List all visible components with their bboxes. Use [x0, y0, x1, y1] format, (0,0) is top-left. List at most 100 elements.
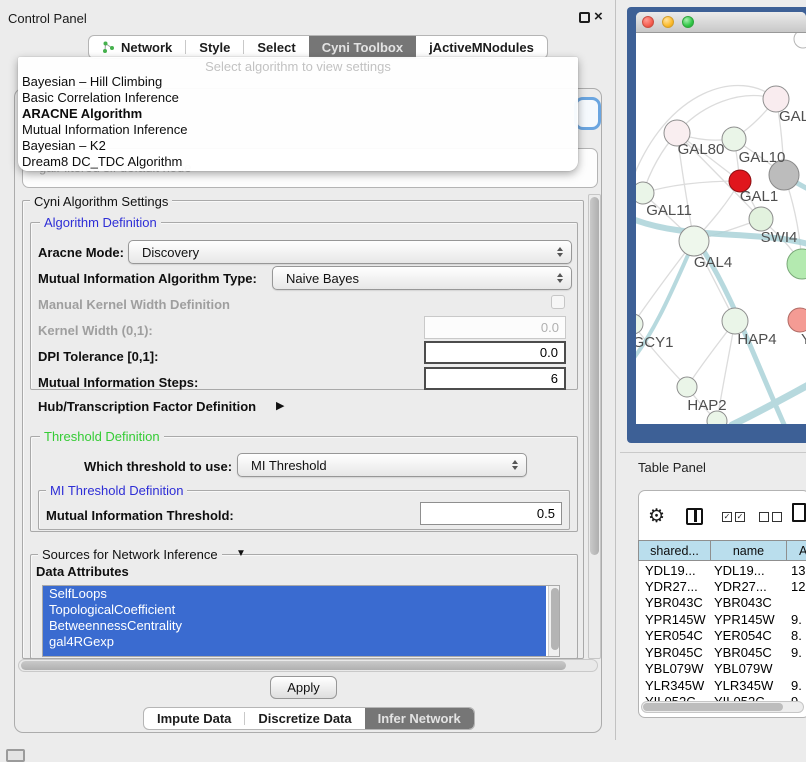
gear-icon[interactable]: ⚙: [648, 505, 665, 528]
cell: 9.: [786, 612, 806, 627]
threshold-definition-title: Threshold Definition: [40, 429, 164, 444]
tab-discretize-data-label: Discretize Data: [258, 711, 351, 726]
cell: YER054C: [710, 628, 786, 643]
table-row[interactable]: YDR27...YDR27...12: [639, 579, 806, 594]
cyni-bottom-tabbar: Impute Data Discretize Data Infer Networ…: [143, 707, 475, 730]
dropdown-item-selected[interactable]: ARACNE Algorithm: [18, 106, 578, 122]
table-row[interactable]: YBR043CYBR043C: [639, 595, 806, 610]
cell: YPR145W: [710, 612, 786, 627]
node-gcy1[interactable]: [636, 314, 643, 334]
collapse-arrow-icon[interactable]: ▼: [236, 548, 246, 559]
dropdown-item[interactable]: Dream8 DC_TDC Algorithm: [18, 154, 578, 170]
table-horizontal-scrollbar-thumb[interactable]: [643, 703, 783, 711]
table-row[interactable]: YLR345WYLR345W9.: [639, 678, 806, 693]
tab-style[interactable]: Style: [186, 36, 243, 58]
cell: YBR045C: [710, 645, 786, 660]
algorithm-definition-title: Algorithm Definition: [40, 215, 161, 230]
cell: YIL052C: [639, 694, 710, 701]
hide-columns-icon[interactable]: [759, 512, 782, 522]
node[interactable]: [794, 33, 806, 48]
control-panel-window: Control Panel × Network Style Select Cyn…: [0, 0, 616, 740]
tab-network-label: Network: [121, 40, 172, 55]
list-item[interactable]: BetweennessCentrality: [43, 618, 559, 634]
table-row[interactable]: YPR145WYPR145W9.: [639, 612, 806, 627]
aracne-mode-combobox[interactable]: Discovery: [128, 240, 572, 264]
which-threshold-label: Which threshold to use:: [84, 459, 232, 474]
settings-vertical-scrollbar-thumb[interactable]: [590, 197, 599, 555]
dropdown-item[interactable]: Bayesian – Hill Climbing: [18, 74, 578, 90]
cell: YIL052C: [710, 694, 786, 701]
mi-steps-field[interactable]: 6: [424, 367, 566, 390]
show-columns-icon[interactable]: ✓✓: [722, 512, 745, 522]
table-row[interactable]: YBL079WYBL079W: [639, 661, 806, 676]
node-gal11[interactable]: [636, 182, 654, 204]
node-swi4[interactable]: [749, 207, 773, 231]
dropdown-item[interactable]: Mutual Information Inference: [18, 122, 578, 138]
column-header-name[interactable]: name: [710, 540, 787, 561]
table-row[interactable]: YDL19...YDL19...13: [639, 563, 806, 578]
cell: YLR345W: [639, 678, 710, 693]
which-threshold-combobox[interactable]: MI Threshold: [237, 453, 527, 477]
algorithm-combobox-focus-fragment[interactable]: [574, 97, 601, 130]
cell: YPR145W: [639, 612, 710, 627]
tab-discretize-data[interactable]: Discretize Data: [245, 708, 364, 729]
settings-horizontal-scrollbar-thumb[interactable]: [21, 661, 566, 670]
data-attributes-list[interactable]: SelfLoops TopologicalCoefficient Between…: [42, 585, 560, 657]
list-scrollbar[interactable]: [548, 586, 560, 657]
dropdown-item[interactable]: Basic Correlation Inference: [18, 90, 578, 106]
list-item[interactable]: gal4RGexp: [43, 634, 559, 650]
tab-network[interactable]: Network: [89, 36, 185, 58]
network-view-window[interactable]: GAL GAL80 GAL10 GAL1 GAL11 SWI4 GAL4 GCY…: [636, 12, 806, 424]
tab-select-label: Select: [257, 40, 295, 55]
zoom-button[interactable]: [682, 16, 694, 28]
list-scrollbar-thumb[interactable]: [551, 588, 559, 650]
cell: [786, 595, 806, 610]
network-icon: [102, 41, 115, 54]
kernel-width-field[interactable]: 0.0: [424, 316, 566, 339]
network-window-titlebar[interactable]: [636, 12, 806, 33]
column-header-partial[interactable]: A: [786, 540, 806, 561]
tab-select[interactable]: Select: [244, 36, 308, 58]
table-row[interactable]: YER054CYER054C8.: [639, 628, 806, 643]
mi-steps-label: Mutual Information Steps:: [38, 375, 198, 390]
mi-threshold-field[interactable]: 0.5: [420, 502, 562, 525]
table-row[interactable]: YBR045CYBR045C9.: [639, 645, 806, 660]
tab-cyni-toolbox[interactable]: Cyni Toolbox: [309, 36, 416, 58]
float-window-icon[interactable]: [579, 12, 590, 23]
expand-arrow-icon[interactable]: ▶: [276, 399, 284, 412]
cell: YDL19...: [639, 563, 710, 578]
apply-button[interactable]: Apply: [270, 676, 337, 699]
table-rows: YDL19...YDL19...13 YDR27...YDR27...12 YB…: [639, 562, 806, 701]
tab-style-label: Style: [199, 40, 230, 55]
tab-infer-network[interactable]: Infer Network: [365, 708, 474, 729]
manual-kernel-width-checkbox[interactable]: [551, 295, 565, 309]
which-threshold-value: MI Threshold: [251, 458, 327, 473]
node-gal4[interactable]: [679, 226, 709, 256]
list-item[interactable]: TopologicalCoefficient: [43, 602, 559, 618]
node[interactable]: [788, 308, 806, 332]
node-gal10[interactable]: [722, 127, 746, 151]
tab-jactivemnodules[interactable]: jActiveMNodules: [416, 36, 547, 58]
dpi-tolerance-field[interactable]: 0.0: [424, 341, 566, 364]
dropdown-item[interactable]: Bayesian – K2: [18, 138, 578, 154]
cell: YBR043C: [710, 595, 786, 610]
close-icon[interactable]: ×: [594, 8, 603, 25]
network-canvas[interactable]: GAL GAL80 GAL10 GAL1 GAL11 SWI4 GAL4 GCY…: [636, 33, 806, 424]
node-hap2[interactable]: [677, 377, 697, 397]
column-header-shared[interactable]: shared...: [638, 540, 711, 561]
list-item[interactable]: SelfLoops: [43, 586, 559, 602]
close-button[interactable]: [642, 16, 654, 28]
node[interactable]: [787, 249, 806, 279]
minimize-button[interactable]: [662, 16, 674, 28]
columns-icon[interactable]: [686, 508, 703, 525]
mi-algorithm-type-value: Naive Bayes: [286, 271, 359, 286]
aracne-mode-label: Aracne Mode:: [38, 245, 124, 260]
mi-algorithm-type-combobox[interactable]: Naive Bayes: [272, 266, 572, 290]
tab-impute-data[interactable]: Impute Data: [144, 708, 244, 729]
cell: 8.: [786, 628, 806, 643]
document-icon[interactable]: [792, 503, 806, 522]
cell: YLR345W: [710, 678, 786, 693]
corner-toggle-button[interactable]: [6, 749, 25, 762]
table-row[interactable]: YIL052CYIL052C9.: [639, 694, 806, 701]
cell: 9.: [786, 694, 806, 701]
